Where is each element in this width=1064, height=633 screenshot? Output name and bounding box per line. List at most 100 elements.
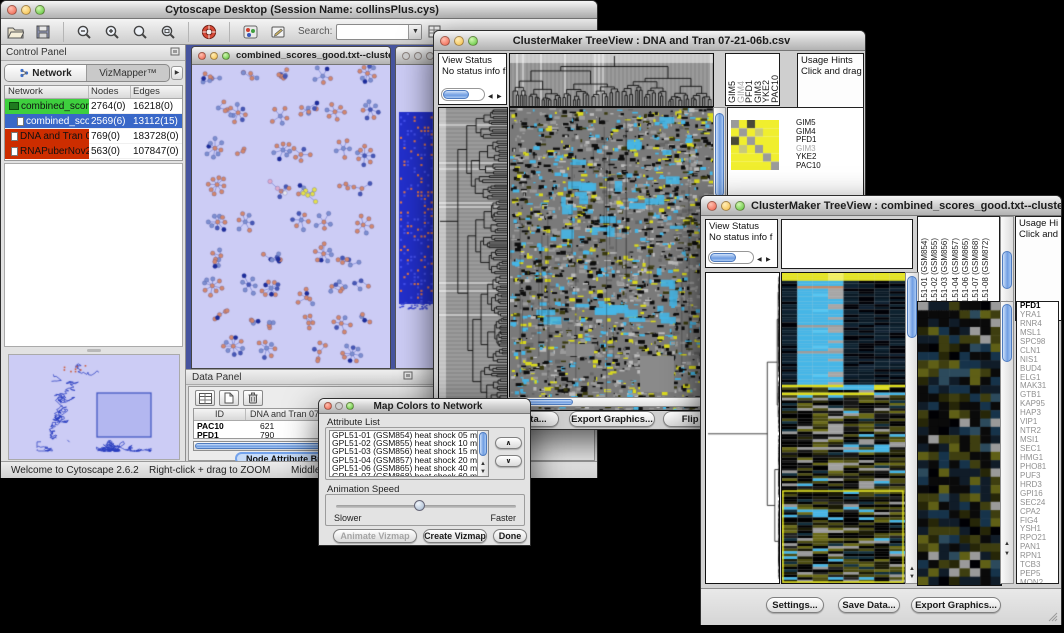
tab-network[interactable]: Network [5, 65, 87, 81]
gene-label-list: PFD1YRA1RNR4MSL1SPC98CLN1NIS1BUD4ELG1MAK… [1016, 301, 1059, 584]
minimize-icon[interactable] [21, 5, 31, 15]
zoom-out-icon[interactable] [73, 22, 95, 42]
scroll-left-icon[interactable]: ◀ [757, 256, 762, 263]
minimize-icon[interactable] [414, 52, 422, 60]
close-icon[interactable] [440, 36, 450, 46]
col-header-network[interactable]: Network [5, 86, 89, 98]
id-column-header[interactable]: ID [194, 409, 246, 420]
network-tree-empty-area [4, 163, 183, 347]
network-edges-count: 16218(0) [131, 101, 182, 112]
float-panel-icon[interactable] [170, 47, 185, 59]
window-controls[interactable] [1, 5, 51, 15]
row-dendrogram[interactable] [705, 272, 780, 584]
done-button[interactable]: Done [493, 529, 527, 543]
zoom-window-icon[interactable] [222, 52, 230, 60]
faster-label: Faster [490, 513, 516, 523]
zoom-fit-icon[interactable] [157, 22, 179, 42]
network-list-item[interactable]: combined_sco2569(6)13112(15) [5, 114, 182, 129]
zoom-window-icon[interactable] [468, 36, 478, 46]
minimize-icon[interactable] [454, 36, 464, 46]
main-titlebar[interactable]: Cytoscape Desktop (Session Name: collins… [1, 1, 597, 19]
status-hscrollbar[interactable] [708, 251, 754, 264]
scroll-right-icon[interactable]: ▶ [497, 93, 502, 100]
network-list-item[interactable]: RNAPuberNov2+563(0)107847(0) [5, 144, 182, 159]
col-header-edges[interactable]: Edges [131, 86, 182, 98]
animate-vizmap-button[interactable]: Animate Vizmap [333, 529, 417, 543]
open-file-icon[interactable] [4, 22, 26, 42]
resize-grip-icon[interactable] [1047, 611, 1058, 622]
document-icon [17, 117, 24, 126]
data-panel-title: Data Panel [186, 372, 403, 383]
speed-slider-track[interactable] [336, 505, 516, 508]
help-lifebuoy-icon[interactable] [198, 22, 220, 42]
tab-overflow-button[interactable]: ▶ [171, 66, 183, 80]
export-graphics-button[interactable]: Export Graphics... [569, 411, 655, 427]
dialog-titlebar[interactable]: Map Colors to Network [319, 399, 530, 414]
attribute-list[interactable]: GPL51-01 (GSM854) heat shock 05 minGPL51… [329, 430, 489, 477]
create-vizmap-button[interactable]: Create Vizmap [423, 529, 487, 543]
zoom-window-icon[interactable] [346, 402, 354, 410]
zoom-selected-icon[interactable] [129, 22, 151, 42]
folder-icon [9, 102, 19, 110]
scroll-up-icon[interactable]: ▲ [478, 460, 488, 468]
close-icon[interactable] [324, 402, 332, 410]
panel-divider[interactable] [4, 348, 183, 352]
minimize-icon[interactable] [210, 52, 218, 60]
zoom-window-icon[interactable] [35, 5, 45, 15]
scroll-down-icon[interactable]: ▼ [1001, 550, 1013, 558]
view-status-panel: View StatusNo status info f ◀ ▶ [438, 53, 507, 105]
row-labels: GIM5GIM4PFD1GIM3YKE2PAC10 [794, 119, 821, 171]
attribute-list-scrollbar[interactable]: ▲ ▼ [477, 431, 488, 476]
close-icon[interactable] [198, 52, 206, 60]
zoom-view-scrollbar[interactable]: ▲ ▼ [1000, 301, 1014, 584]
move-up-button[interactable]: ∧ [495, 437, 522, 449]
settings-button[interactable]: Settings... [766, 597, 824, 613]
heatmap-main[interactable] [781, 272, 906, 584]
close-icon[interactable] [402, 52, 410, 60]
move-down-button[interactable]: ∨ [495, 455, 522, 467]
row-dendrogram[interactable] [438, 107, 508, 411]
minimize-icon[interactable] [335, 402, 343, 410]
column-dendrogram[interactable] [509, 53, 714, 107]
status-hscrollbar[interactable] [441, 88, 485, 101]
scroll-left-icon[interactable]: ◀ [488, 93, 493, 100]
network-window-title: combined_scores_good.txt--cluste... [236, 50, 390, 61]
zoom-in-icon[interactable] [101, 22, 123, 42]
network-canvas[interactable] [193, 65, 389, 368]
select-attributes-icon[interactable] [195, 390, 215, 406]
save-data-button[interactable]: Save Data... [838, 597, 900, 613]
export-graphics-button[interactable]: Export Graphics... [911, 597, 1001, 613]
save-icon[interactable] [32, 22, 54, 42]
mini-correlation-heatmap[interactable] [731, 120, 779, 170]
network-list-item[interactable]: combined_scores2764(0)16218(0) [5, 99, 182, 114]
search-input[interactable]: ▼ [336, 24, 422, 40]
treeview-combined-window: ClusterMaker TreeView : combined_scores_… [700, 195, 1062, 625]
treeview-combined-titlebar[interactable]: ClusterMaker TreeView : combined_scores_… [701, 196, 1061, 216]
col-header-nodes[interactable]: Nodes [89, 86, 131, 98]
scroll-right-icon[interactable]: ▶ [766, 256, 771, 263]
zoom-window-icon[interactable] [735, 201, 745, 211]
close-icon[interactable] [7, 5, 17, 15]
network-name: combined_sco [5, 114, 89, 129]
network-overview[interactable] [8, 354, 180, 460]
minimize-icon[interactable] [721, 201, 731, 211]
heatmap-zoom-view[interactable] [917, 301, 1002, 586]
heatmap-main[interactable] [509, 107, 714, 411]
annotation-icon[interactable] [267, 22, 289, 42]
network-list-item[interactable]: DNA and Tran 07769(0)183728(0) [5, 129, 182, 144]
speed-slider-thumb[interactable] [414, 500, 425, 511]
heatmap-hscrollbar[interactable] [509, 397, 712, 407]
scroll-down-icon[interactable]: ▼ [478, 468, 488, 476]
node-attributes-icon[interactable] [239, 22, 261, 42]
scroll-up-icon[interactable]: ▲ [1001, 540, 1013, 548]
delete-attribute-trash-icon[interactable] [243, 390, 263, 406]
new-attribute-icon[interactable] [219, 390, 239, 406]
tab-vizmapper[interactable]: VizMapper™ [87, 65, 169, 81]
control-panel-title: Control Panel [1, 47, 170, 58]
desktop: { "main_window": { "title": "Cytoscape D… [0, 0, 1064, 633]
network-view-window-1: combined_scores_good.txt--cluste... [191, 46, 391, 369]
treeview-dna-titlebar[interactable]: ClusterMaker TreeView : DNA and Tran 07-… [434, 31, 865, 51]
attribute-item[interactable]: GPL51-07 (GSM868) heat shock 60 min [330, 472, 488, 477]
search-dropdown-icon[interactable]: ▼ [408, 25, 421, 39]
close-icon[interactable] [707, 201, 717, 211]
